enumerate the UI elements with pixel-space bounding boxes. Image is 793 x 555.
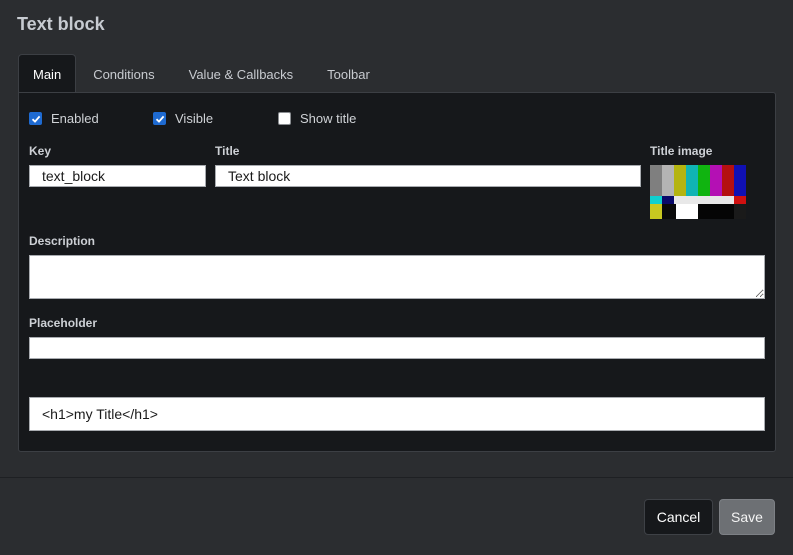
checkmark-icon[interactable] xyxy=(153,112,166,125)
cancel-button[interactable]: Cancel xyxy=(644,499,713,535)
description-textarea[interactable] xyxy=(29,255,765,299)
tab-toolbar[interactable]: Toolbar xyxy=(310,54,387,93)
checkmark-icon[interactable] xyxy=(29,112,42,125)
footer-divider xyxy=(0,477,793,478)
show-title-label: Show title xyxy=(300,111,357,126)
visible-label: Visible xyxy=(175,111,214,126)
html-content-input[interactable] xyxy=(29,397,765,431)
tab-conditions[interactable]: Conditions xyxy=(76,54,171,93)
key-input[interactable] xyxy=(29,165,206,187)
key-label: Key xyxy=(29,144,52,158)
unchecked-box-icon[interactable] xyxy=(278,112,291,125)
save-button[interactable]: Save xyxy=(719,499,775,535)
title-image-label: Title image xyxy=(650,144,713,158)
visible-checkbox[interactable]: Visible xyxy=(153,111,213,126)
dialog-title: Text block xyxy=(17,14,105,34)
placeholder-input[interactable] xyxy=(29,337,765,359)
tab-main[interactable]: Main xyxy=(18,54,77,93)
show-title-checkbox[interactable]: Show title xyxy=(278,111,356,126)
description-label: Description xyxy=(29,234,96,248)
title-label: Title xyxy=(215,144,240,158)
main-tab-panel: Enabled Visible Show title Key Title Tit… xyxy=(18,92,776,452)
tab-value-callbacks[interactable]: Value & Callbacks xyxy=(172,54,311,93)
title-input[interactable] xyxy=(215,165,641,187)
tab-bar: Main Conditions Value & Callbacks Toolba… xyxy=(18,54,387,93)
placeholder-label: Placeholder xyxy=(29,316,98,330)
enabled-checkbox[interactable]: Enabled xyxy=(29,111,99,126)
enabled-label: Enabled xyxy=(51,111,99,126)
color-bars-image[interactable] xyxy=(650,165,746,219)
